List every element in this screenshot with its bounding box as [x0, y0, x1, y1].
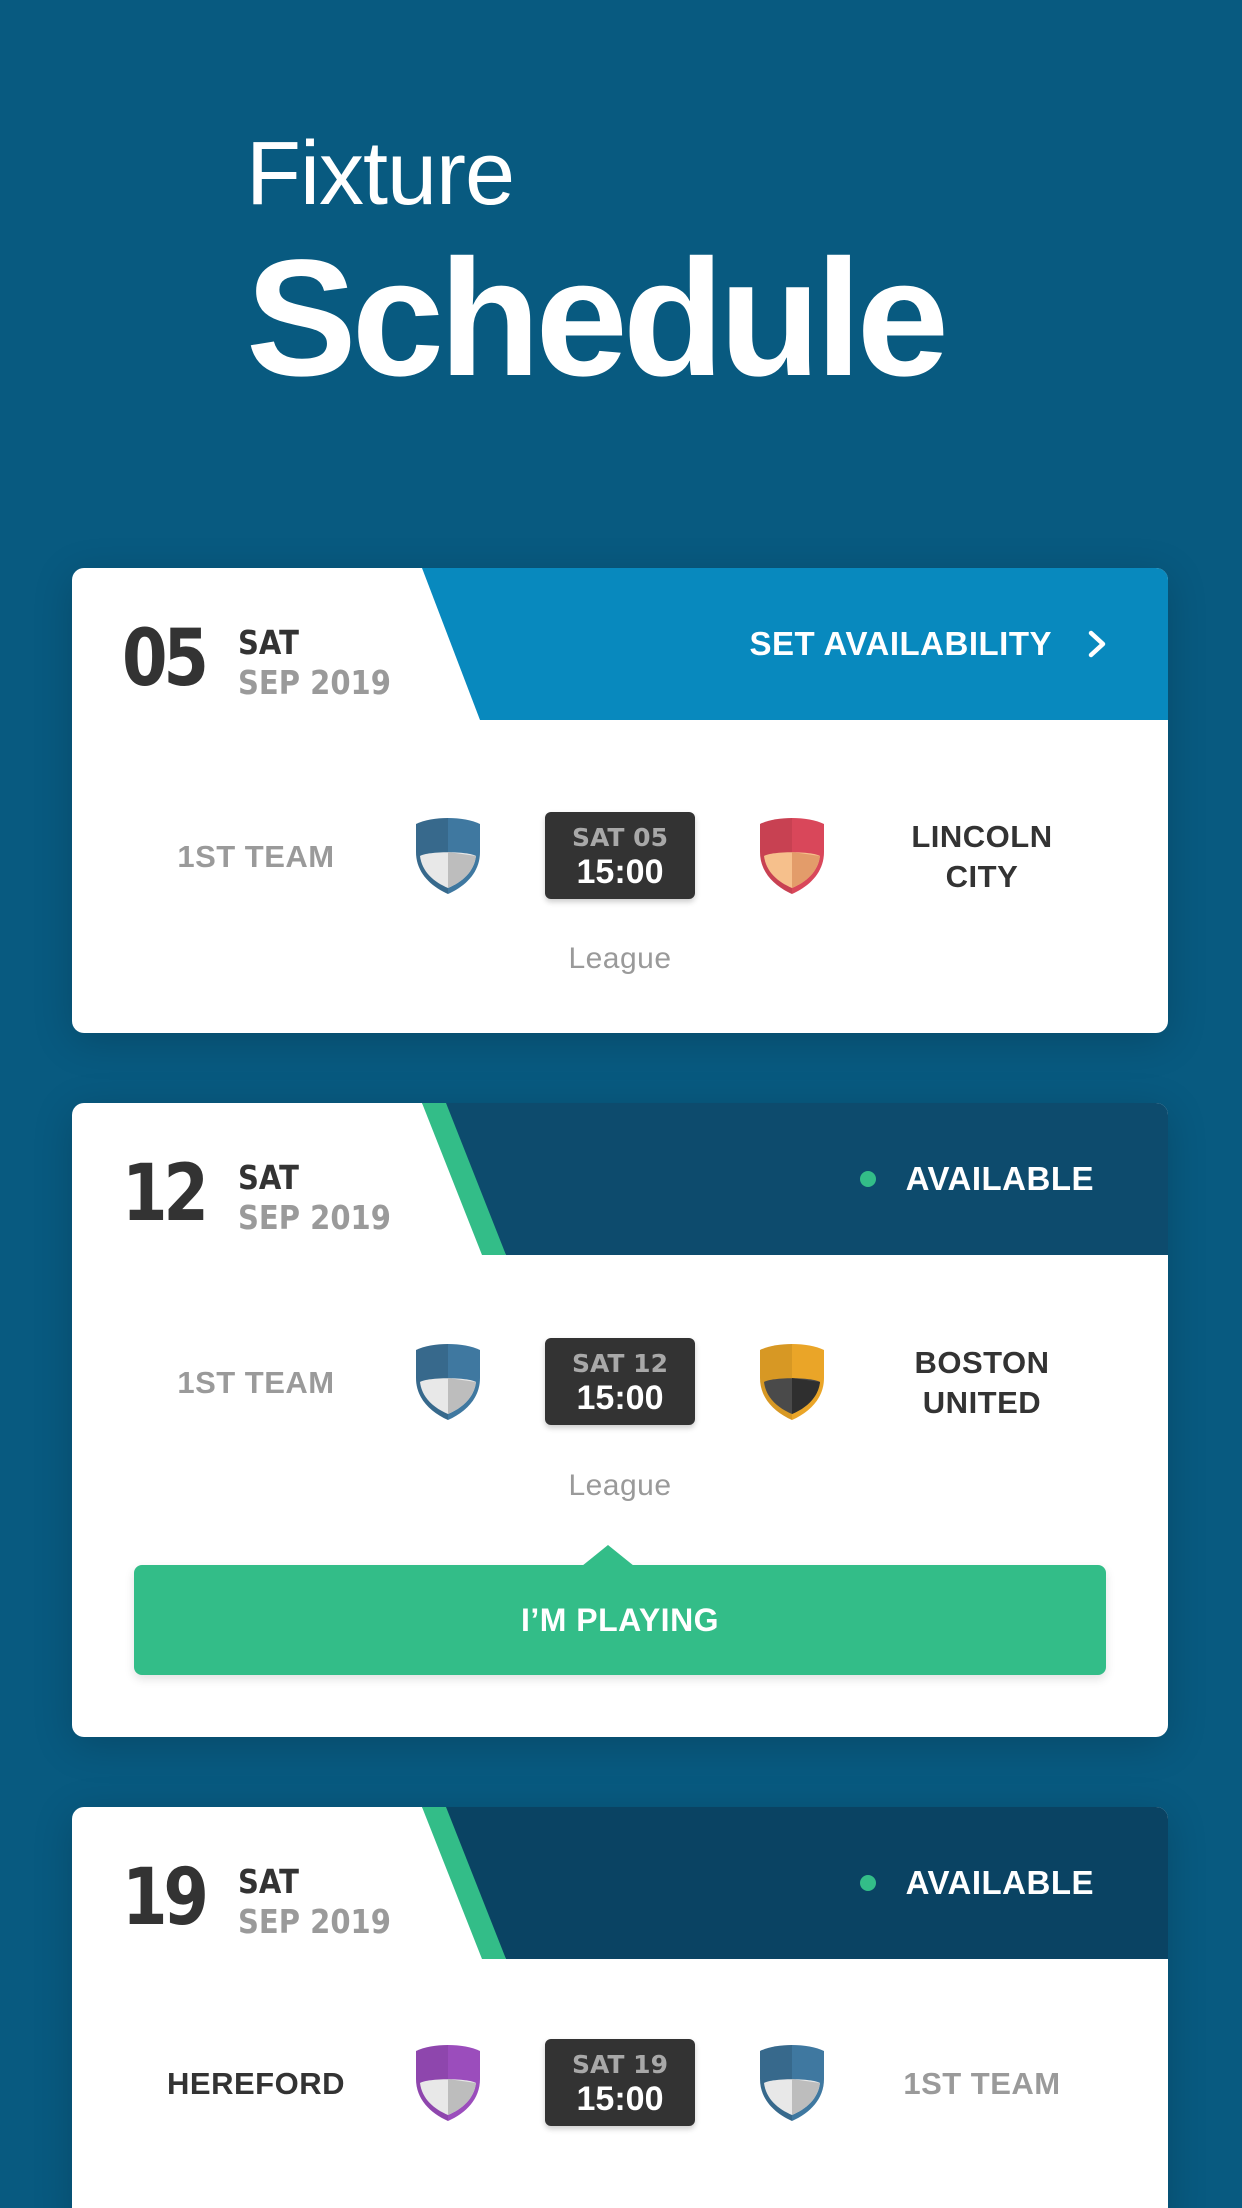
away-team-name: 1ST TEAM — [903, 2066, 1061, 2101]
home-team-crest-icon — [416, 2045, 480, 2121]
set-availability-label: SET AVAILABILITY — [749, 625, 1052, 662]
availability-status[interactable]: AVAILABLE — [859, 1857, 1094, 1909]
kickoff-day: SAT 05 — [572, 823, 668, 852]
available-dot-icon — [859, 1171, 876, 1187]
fixture-date-month: SEP 2019 — [238, 1198, 391, 1237]
fixture-matchup: 1ST TEAM SAT 12 15:00 BOSTON UNITED — [72, 1338, 1168, 1428]
set-availability-button[interactable]: SET AVAILABILITY — [749, 618, 1110, 670]
kickoff-time: 15:00 — [576, 2080, 664, 2118]
availability-status[interactable]: AVAILABLE — [859, 1153, 1094, 1205]
fixture-date-month: SEP 2019 — [238, 1902, 391, 1941]
fixture-matchup: 1ST TEAM SAT 05 15:00 LINCOLN CITY — [72, 812, 1168, 902]
competition-label: League — [568, 942, 672, 975]
away-team-name: LINCOLN CITY — [911, 819, 1053, 894]
kickoff-time-box: SAT 12 15:00 — [545, 1338, 695, 1425]
available-dot-icon — [859, 1875, 876, 1891]
away-team-crest-icon — [760, 818, 824, 894]
fixture-schedule-screen: Fixture Schedule 05 SAT SEP 2019 SET AVA… — [0, 0, 1242, 2208]
im-playing-label: I’M PLAYING — [520, 1601, 720, 1638]
chevron-right-icon — [1088, 630, 1106, 658]
fixture-date-number: 05 — [122, 614, 209, 704]
fixture-card[interactable]: 19 SAT SEP 2019 AVAILABLE HEREFORD SAT 1… — [72, 1807, 1168, 2208]
fixture-card-header: 19 SAT SEP 2019 AVAILABLE — [72, 1807, 1168, 1959]
home-team-crest-icon — [416, 818, 480, 894]
home-team-name: 1ST TEAM — [177, 839, 335, 874]
availability-status-label: AVAILABLE — [905, 1864, 1094, 1901]
away-team-crest-icon — [760, 1344, 824, 1420]
heading-line-fixture: Fixture — [246, 124, 515, 224]
fixture-date-day: SAT — [238, 1158, 299, 1197]
heading-line-schedule: Schedule — [246, 226, 949, 411]
kickoff-day: SAT 19 — [572, 2050, 668, 2079]
fixture-card-header: 05 SAT SEP 2019 SET AVAILABILITY — [72, 568, 1168, 720]
fixture-date-number: 19 — [122, 1853, 209, 1943]
page-heading: Fixture Schedule — [246, 124, 949, 411]
im-playing-button[interactable]: I’M PLAYING — [134, 1545, 1106, 1675]
home-team-crest-icon — [416, 1344, 480, 1420]
home-team-name: HEREFORD — [167, 2066, 345, 2101]
fixture-date-number: 12 — [122, 1149, 209, 1239]
away-team-name: BOSTON UNITED — [914, 1345, 1050, 1420]
fixture-date-day: SAT — [238, 1862, 299, 1901]
kickoff-time-box: SAT 19 15:00 — [545, 2039, 695, 2126]
kickoff-time: 15:00 — [576, 1379, 664, 1417]
home-team-name: 1ST TEAM — [177, 1365, 335, 1400]
competition-label: League — [568, 1469, 672, 1502]
fixture-card[interactable]: 12 SAT SEP 2019 AVAILABLE 1ST TEAM SAT 1… — [72, 1103, 1168, 1737]
away-team-crest-icon — [760, 2045, 824, 2121]
fixture-card[interactable]: 05 SAT SEP 2019 SET AVAILABILITY 1ST TEA… — [72, 568, 1168, 1033]
kickoff-day: SAT 12 — [572, 1349, 668, 1378]
availability-status-label: AVAILABLE — [905, 1160, 1094, 1197]
kickoff-time: 15:00 — [576, 853, 664, 891]
fixture-card-header: 12 SAT SEP 2019 AVAILABLE — [72, 1103, 1168, 1255]
kickoff-time-box: SAT 05 15:00 — [545, 812, 695, 899]
fixture-matchup: HEREFORD SAT 19 15:00 1ST TEAM — [72, 2039, 1168, 2129]
fixture-date-month: SEP 2019 — [238, 663, 391, 702]
button-pointer-notch — [582, 1545, 634, 1566]
fixture-date-day: SAT — [238, 623, 299, 662]
